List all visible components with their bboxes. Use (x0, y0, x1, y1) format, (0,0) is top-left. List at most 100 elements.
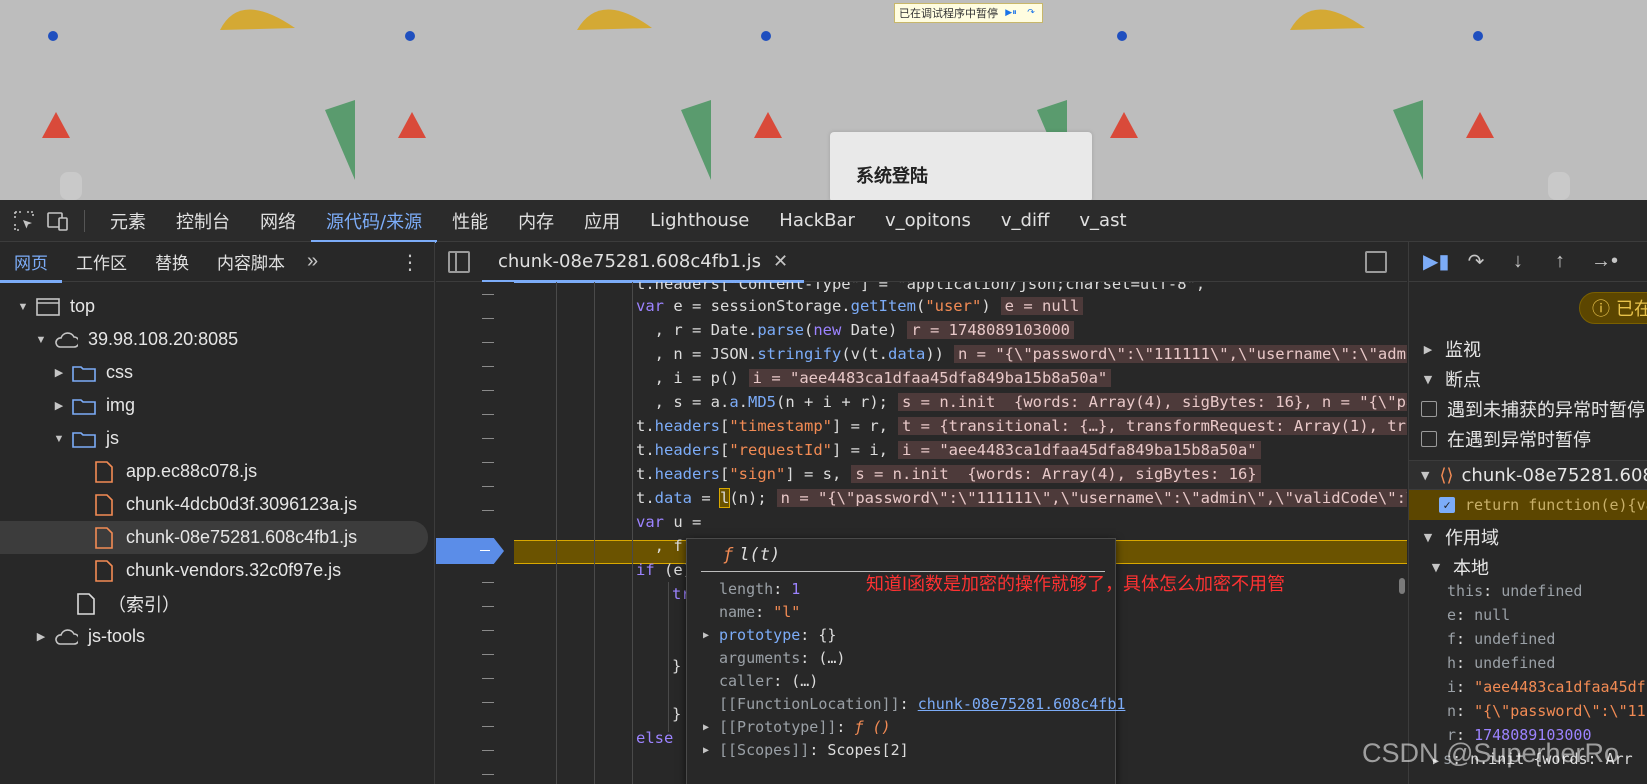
toggle-debugger-icon[interactable] (1365, 251, 1387, 273)
property-row[interactable]: ▶ prototype: {} (701, 624, 1101, 647)
tab-lighthouse[interactable]: Lighthouse (635, 200, 764, 242)
tab-workspace[interactable]: 工作区 (62, 242, 141, 282)
popover-title: ƒ l(t) (701, 545, 1105, 572)
more-options-icon[interactable]: ⋮ (400, 250, 420, 275)
debugger-sidebar: ▶▮ ↷ ↓ ↑ →• ⓘ已在 ▶监视 ▼断点 遇到未捕获的异常时暂停 在遇到异… (1408, 242, 1647, 784)
tree-item-file[interactable]: chunk-4dcb0d3f.3096123a.js (0, 488, 435, 521)
debugger-toolbar: ▶▮ ↷ ↓ ↑ →• (1409, 242, 1647, 282)
tree-item-index[interactable]: （索引） (0, 587, 435, 620)
file-icon (92, 559, 116, 582)
step-over-icon[interactable]: ↷ (1024, 6, 1038, 20)
section-breakpoints[interactable]: ▼ 断点 (1409, 364, 1647, 394)
expanded-arrow-icon[interactable]: ▼ (34, 333, 48, 347)
step-over-icon[interactable]: ↷ (1465, 249, 1487, 274)
login-title: 系统登陆 (856, 166, 928, 187)
function-location-link[interactable]: chunk-08e75281.608c4fb1 (918, 695, 1126, 713)
step-icon[interactable]: →• (1591, 250, 1618, 273)
collapsed-arrow-icon[interactable]: ▶ (52, 399, 66, 413)
more-tabs-icon[interactable]: » (299, 250, 326, 273)
tree-item-file[interactable]: app.ec88c078.js (0, 455, 435, 488)
folder-icon (72, 428, 96, 450)
line-gutter[interactable] (436, 282, 514, 784)
inline-value: i = "aee4483ca1dfaa45dfa849ba15b8a50a" (898, 441, 1261, 459)
file-brackets-icon: ⟨⟩ (1439, 464, 1454, 486)
tree-item-file-selected[interactable]: chunk-08e75281.608c4fb1.js (0, 521, 428, 554)
breakpoint-file[interactable]: ▼ ⟨⟩ chunk-08e75281.608c (1409, 460, 1647, 490)
tree-item-file[interactable]: chunk-vendors.32c0f97e.js (0, 554, 435, 587)
code-line: if (e) (636, 561, 692, 579)
scope-local[interactable]: ▼ 本地 (1409, 552, 1647, 582)
collapsed-arrow-icon[interactable]: ▶ (34, 630, 48, 644)
tab-page[interactable]: 网页 (0, 242, 62, 283)
tab-hackbar[interactable]: HackBar (764, 200, 870, 242)
code-line: , n = JSON.stringify(v(t.data)) n = "{\"p… (636, 342, 1407, 366)
inline-value: t = {transitional: {…}, transformRequest… (898, 417, 1407, 435)
tab-console[interactable]: 控制台 (161, 200, 245, 242)
gutter-mark (482, 750, 494, 751)
tab-overrides[interactable]: 替换 (141, 242, 203, 282)
expanded-arrow-icon: ▼ (1423, 530, 1433, 544)
breakpoint-marker[interactable] (436, 538, 504, 564)
step-into-icon[interactable]: ↓ (1507, 250, 1529, 273)
section-watch[interactable]: ▶ 监视 (1409, 334, 1647, 364)
property-row[interactable]: ▶ [[Scopes]]: Scopes[2] (701, 739, 1101, 762)
property-row[interactable]: ▶ [[Prototype]]: ƒ () (701, 716, 1101, 739)
tree-item-host[interactable]: ▼ 39.98.108.20:8085 (0, 323, 435, 356)
close-icon[interactable]: ✕ (773, 251, 788, 272)
property-row[interactable]: [[FunctionLocation]]: chunk-08e75281.608… (701, 693, 1125, 716)
tab-v-opitons[interactable]: v_opitons (870, 200, 986, 242)
code-editor: chunk-08e75281.608c4fb1.js ✕ t.headers["… (436, 242, 1407, 784)
tab-elements[interactable]: 元素 (95, 200, 161, 242)
code-view[interactable]: t.headers["Content-Type"] = "application… (436, 282, 1407, 784)
expanded-arrow-icon: ▼ (1423, 372, 1433, 386)
scope-var[interactable]: i: "aee4483ca1dfaa45df (1447, 676, 1646, 699)
scope-var[interactable]: n: "{\"password\":\"11 (1447, 700, 1646, 723)
code-line: t.headers["timestamp"] = r, t = {transiti… (636, 414, 1407, 438)
tree-item-img[interactable]: ▶ img (0, 389, 435, 422)
tree-item-top[interactable]: ▼ top (0, 290, 435, 323)
expanded-arrow-icon[interactable]: ▼ (52, 432, 66, 446)
cloud-icon (54, 329, 78, 351)
inline-value: i = "aee4483ca1dfaa45dfa849ba15b8a50a" (748, 369, 1112, 387)
breakpoint-entry[interactable]: ✓ return function(e){va (1409, 490, 1647, 520)
tab-network[interactable]: 网络 (245, 200, 311, 242)
scope-var[interactable]: e: null (1447, 604, 1510, 627)
scope-var[interactable]: h: undefined (1447, 652, 1555, 675)
resume-icon[interactable]: ▶⏸ (1004, 6, 1018, 20)
sources-navigator: 网页 工作区 替换 内容脚本 » ⋮ ▼ top ▼ 39.98.108.20:… (0, 242, 435, 784)
expanded-arrow-icon[interactable]: ▼ (16, 300, 30, 314)
tab-content-scripts[interactable]: 内容脚本 (203, 242, 299, 282)
scope-var[interactable]: f: undefined (1447, 628, 1555, 651)
property-row[interactable]: caller: (…) (701, 670, 1101, 693)
resume-icon[interactable]: ▶▮ (1423, 249, 1449, 274)
tab-memory[interactable]: 内存 (503, 200, 569, 242)
inline-value: n = "{\"password\":\"111111\",\"username… (954, 345, 1407, 363)
collapsed-arrow-icon[interactable]: ▶ (52, 366, 66, 380)
file-icon (92, 460, 116, 483)
property-row[interactable]: arguments: (…) (701, 647, 1101, 670)
hovered-token[interactable]: l (718, 488, 731, 508)
pause-caught-option[interactable]: 在遇到异常时暂停 (1409, 424, 1647, 454)
inspect-element-icon[interactable] (8, 205, 40, 237)
toggle-navigator-icon[interactable] (448, 250, 470, 273)
editor-tab-file[interactable]: chunk-08e75281.608c4fb1.js ✕ (482, 242, 805, 283)
gutter-mark (482, 630, 494, 631)
editor-scrollbar[interactable] (1399, 578, 1405, 594)
step-out-icon[interactable]: ↑ (1549, 250, 1571, 273)
scope-var[interactable]: this: undefined (1447, 580, 1582, 603)
gutter-mark (482, 438, 494, 439)
tab-v-diff[interactable]: v_diff (986, 200, 1064, 242)
tab-sources[interactable]: 源代码/来源 (311, 200, 438, 243)
tab-application[interactable]: 应用 (569, 200, 635, 242)
indent-guide (594, 282, 595, 784)
pause-uncaught-option[interactable]: 遇到未捕获的异常时暂停 (1409, 394, 1647, 424)
file-tree: ▼ top ▼ 39.98.108.20:8085 ▶ css ▶ img ▼ (0, 290, 435, 653)
tab-performance[interactable]: 性能 (437, 200, 503, 242)
tab-v-ast[interactable]: v_ast (1064, 200, 1141, 242)
tree-item-js-tools[interactable]: ▶ js-tools (0, 620, 435, 653)
tree-item-css[interactable]: ▶ css (0, 356, 435, 389)
device-toolbar-icon[interactable] (42, 205, 74, 237)
file-icon (92, 493, 116, 516)
tree-item-js[interactable]: ▼ js (0, 422, 435, 455)
section-scope[interactable]: ▼ 作用域 (1409, 522, 1647, 552)
